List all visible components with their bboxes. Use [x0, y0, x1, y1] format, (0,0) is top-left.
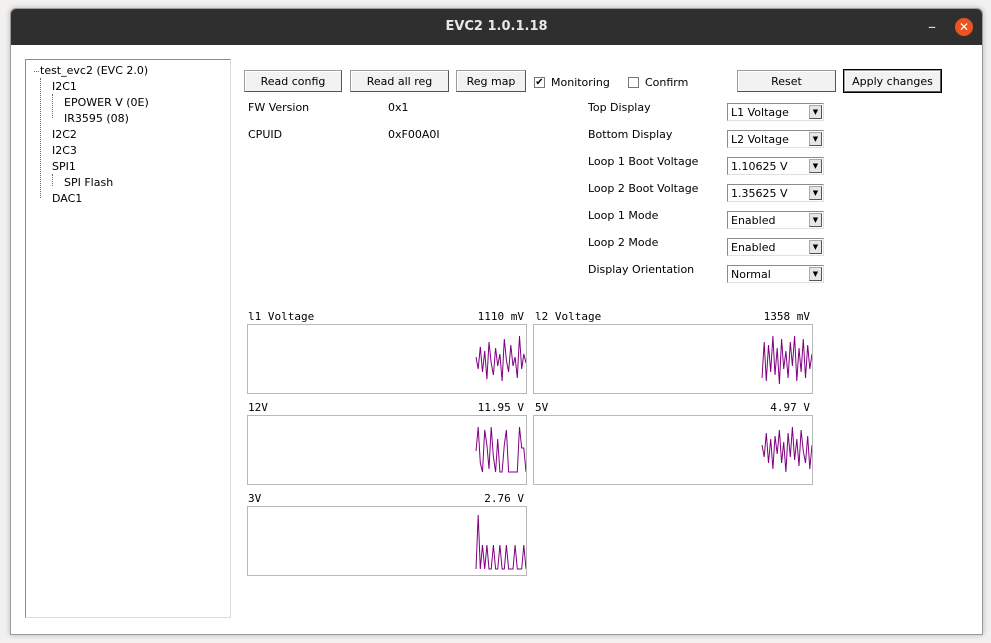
tree-item-root[interactable]: test_evc2 (EVC 2.0)	[40, 64, 148, 78]
bottom-display-label: Bottom Display	[588, 128, 673, 141]
confirm-label: Confirm	[645, 76, 689, 89]
v5-trace-line	[761, 426, 812, 473]
tree-item-dac1[interactable]: DAC1	[52, 192, 82, 206]
l2-trace-line	[761, 335, 812, 385]
cpuid-value: 0xF00A0I	[388, 128, 440, 141]
apply-changes-button[interactable]: Apply changes	[843, 69, 942, 93]
tree-connector	[52, 174, 53, 186]
tree-connector	[52, 94, 53, 118]
checkbox-unchecked-icon	[628, 77, 639, 88]
loop1-mode-value: Enabled	[731, 214, 776, 227]
12v-graph-label: 12V	[248, 401, 268, 414]
fw-version-value: 0x1	[388, 101, 409, 114]
l2-voltage-graph-label: l2 Voltage	[535, 310, 602, 323]
l1-trace-svg	[475, 335, 526, 382]
12v-graph	[247, 415, 527, 485]
confirm-checkbox[interactable]: Confirm	[628, 76, 688, 89]
l1-voltage-graph-label: l1 Voltage	[248, 310, 315, 323]
l2-trace-svg	[761, 335, 812, 385]
loop1-boot-voltage-select[interactable]: 1.10625 V ▼	[727, 157, 824, 175]
tree-item-i2c3[interactable]: I2C3	[52, 144, 77, 158]
l2-voltage-graph-reading: 1358 mV	[763, 310, 810, 323]
3v-graph-reading: 2.76 V	[484, 492, 524, 505]
dropdown-arrow-icon[interactable]: ▼	[809, 132, 822, 146]
display-orientation-label: Display Orientation	[588, 263, 695, 276]
l1-voltage-graph-reading: 1110 mV	[477, 310, 524, 323]
read-config-button[interactable]: Read config	[244, 70, 342, 92]
dropdown-arrow-icon[interactable]: ▼	[809, 213, 822, 227]
tree-item-ir3595[interactable]: IR3595 (08)	[64, 112, 129, 126]
v12-trace-svg	[475, 426, 526, 473]
minimize-icon[interactable]: –	[923, 18, 941, 36]
top-display-value: L1 Voltage	[731, 106, 789, 119]
dropdown-arrow-icon[interactable]: ▼	[809, 105, 822, 119]
window-title: EVC2 1.0.1.18	[445, 19, 548, 34]
monitoring-checkbox[interactable]: ✔ Monitoring	[534, 76, 610, 89]
display-orientation-select[interactable]: Normal ▼	[727, 265, 824, 283]
read-all-reg-button[interactable]: Read all reg	[350, 70, 449, 92]
loop2-mode-value: Enabled	[731, 241, 776, 254]
loop1-mode-select[interactable]: Enabled ▼	[727, 211, 824, 229]
tree-connector	[34, 71, 39, 72]
tree-item-spi-flash[interactable]: SPI Flash	[64, 176, 113, 190]
3v-graph-label: 3V	[248, 492, 262, 505]
fw-version-label: FW Version	[248, 101, 310, 114]
v12-trace-line	[475, 426, 526, 473]
v3-trace-line	[475, 514, 526, 570]
v3-trace-svg	[475, 514, 526, 570]
dropdown-arrow-icon[interactable]: ▼	[809, 267, 822, 281]
monitoring-label: Monitoring	[551, 76, 610, 89]
reg-map-button[interactable]: Reg map	[456, 70, 526, 92]
loop2-mode-label: Loop 2 Mode	[588, 236, 659, 249]
dropdown-arrow-icon[interactable]: ▼	[809, 186, 822, 200]
loop2-boot-voltage-label: Loop 2 Boot Voltage	[588, 182, 699, 195]
5v-graph-reading: 4.97 V	[770, 401, 810, 414]
display-orientation-value: Normal	[731, 268, 771, 281]
device-tree[interactable]: test_evc2 (EVC 2.0) I2C1 EPOWER V (0E) I…	[25, 59, 231, 618]
top-display-label: Top Display	[588, 101, 651, 114]
bottom-display-select[interactable]: L2 Voltage ▼	[727, 130, 824, 148]
tree-item-epower[interactable]: EPOWER V (0E)	[64, 96, 149, 110]
tree-connector	[40, 78, 41, 198]
main-content: test_evc2 (EVC 2.0) I2C1 EPOWER V (0E) I…	[11, 45, 982, 634]
loop1-boot-voltage-label: Loop 1 Boot Voltage	[588, 155, 699, 168]
loop1-boot-voltage-value: 1.10625 V	[731, 160, 788, 173]
top-display-select[interactable]: L1 Voltage ▼	[727, 103, 824, 121]
12v-graph-reading: 11.95 V	[477, 401, 524, 414]
5v-graph-label: 5V	[535, 401, 549, 414]
tree-item-i2c2[interactable]: I2C2	[52, 128, 77, 142]
loop2-boot-voltage-value: 1.35625 V	[731, 187, 788, 200]
title-bar[interactable]: EVC2 1.0.1.18 – ✕	[11, 9, 982, 45]
l2-voltage-graph	[533, 324, 813, 394]
bottom-display-value: L2 Voltage	[731, 133, 789, 146]
app-window: EVC2 1.0.1.18 – ✕ test_evc2 (EVC 2.0) I2…	[10, 8, 983, 635]
loop1-mode-label: Loop 1 Mode	[588, 209, 659, 222]
checkbox-checked-icon: ✔	[534, 77, 545, 88]
tree-item-i2c1[interactable]: I2C1	[52, 80, 77, 94]
dropdown-arrow-icon[interactable]: ▼	[809, 240, 822, 254]
l1-trace-line	[475, 335, 526, 382]
3v-graph	[247, 506, 527, 576]
close-icon[interactable]: ✕	[955, 18, 973, 36]
tree-item-spi1[interactable]: SPI1	[52, 160, 76, 174]
l1-voltage-graph	[247, 324, 527, 394]
loop2-mode-select[interactable]: Enabled ▼	[727, 238, 824, 256]
v5-trace-svg	[761, 426, 812, 473]
cpuid-label: CPUID	[248, 128, 283, 141]
dropdown-arrow-icon[interactable]: ▼	[809, 159, 822, 173]
5v-graph	[533, 415, 813, 485]
loop2-boot-voltage-select[interactable]: 1.35625 V ▼	[727, 184, 824, 202]
reset-button[interactable]: Reset	[737, 70, 836, 92]
